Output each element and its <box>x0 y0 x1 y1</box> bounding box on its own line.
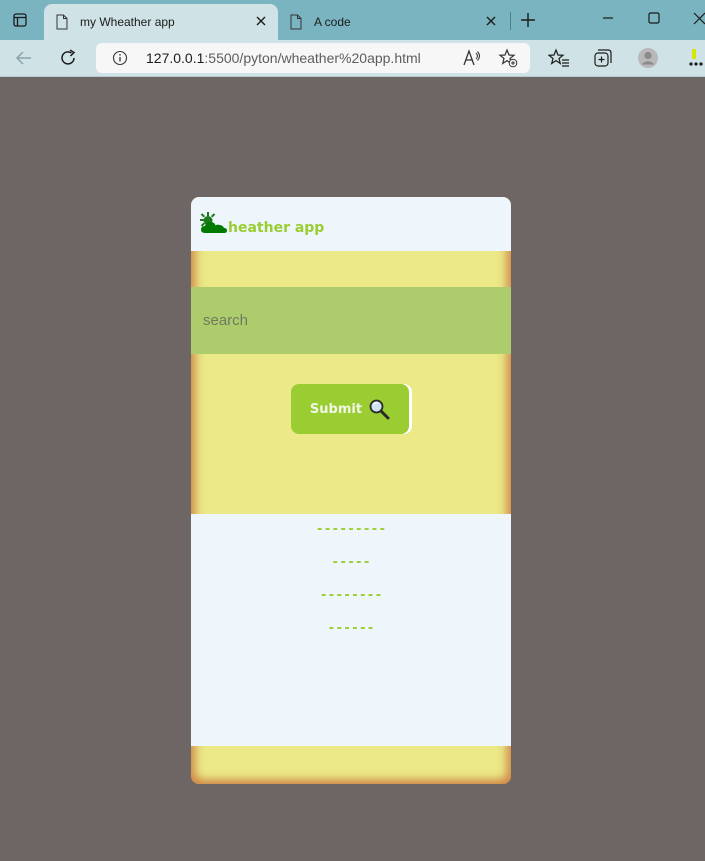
weather-results-panel: --------- ----- -------- ------ <box>191 514 511 746</box>
add-favorite-icon[interactable] <box>498 48 518 68</box>
tab-my-wheather-app[interactable]: my Wheather app <box>44 4 278 40</box>
page-icon <box>290 14 302 30</box>
search-box <box>191 287 511 354</box>
address-bar[interactable]: 127.0.0.1:5500/pyton/wheather%20app.html <box>96 43 530 73</box>
browser-tab-bar: my Wheather app A code <box>0 0 705 40</box>
weather-app-card: heather app Submit --------- ----- -----… <box>191 197 511 784</box>
extension-icon[interactable] <box>684 47 705 69</box>
favorites-icon[interactable] <box>548 47 570 69</box>
tab-a-code[interactable]: A code <box>282 4 508 40</box>
collections-icon[interactable] <box>592 47 614 69</box>
url-text[interactable]: 127.0.0.1:5500/pyton/wheather%20app.html <box>146 50 421 66</box>
url-path: :5500/pyton/wheather%20app.html <box>204 50 421 66</box>
page-icon <box>56 14 68 30</box>
app-header: heather app <box>191 197 511 251</box>
submit-label: Submit <box>309 401 363 417</box>
search-input[interactable] <box>191 287 511 354</box>
tab-actions-icon[interactable] <box>6 8 34 32</box>
magnifier-icon <box>369 399 390 420</box>
maximize-icon[interactable] <box>644 8 664 28</box>
result-city: --------- <box>315 522 387 537</box>
minimize-icon[interactable] <box>598 8 618 28</box>
result-temperature: ----- <box>331 555 371 570</box>
new-tab-icon[interactable] <box>518 10 538 30</box>
app-title: heather app <box>228 220 325 236</box>
result-condition: -------- <box>319 588 383 603</box>
reload-icon[interactable] <box>57 47 79 69</box>
close-window-icon[interactable] <box>688 8 705 28</box>
read-aloud-icon[interactable] <box>462 49 482 67</box>
tab-title: my Wheather app <box>80 15 175 29</box>
url-host: 127.0.0.1 <box>146 50 205 66</box>
browser-toolbar: 127.0.0.1:5500/pyton/wheather%20app.html <box>0 40 705 77</box>
result-humidity: ------ <box>327 621 375 636</box>
tab-separator <box>510 12 511 30</box>
close-tab-icon[interactable] <box>254 14 268 28</box>
submit-button[interactable]: Submit <box>291 384 409 434</box>
sun-cloud-logo-icon <box>200 212 227 233</box>
close-tab-icon[interactable] <box>484 14 498 28</box>
profile-avatar-icon[interactable] <box>637 47 659 69</box>
info-icon[interactable] <box>112 50 128 66</box>
tab-title: A code <box>314 15 351 29</box>
back-arrow-icon[interactable] <box>13 47 35 69</box>
